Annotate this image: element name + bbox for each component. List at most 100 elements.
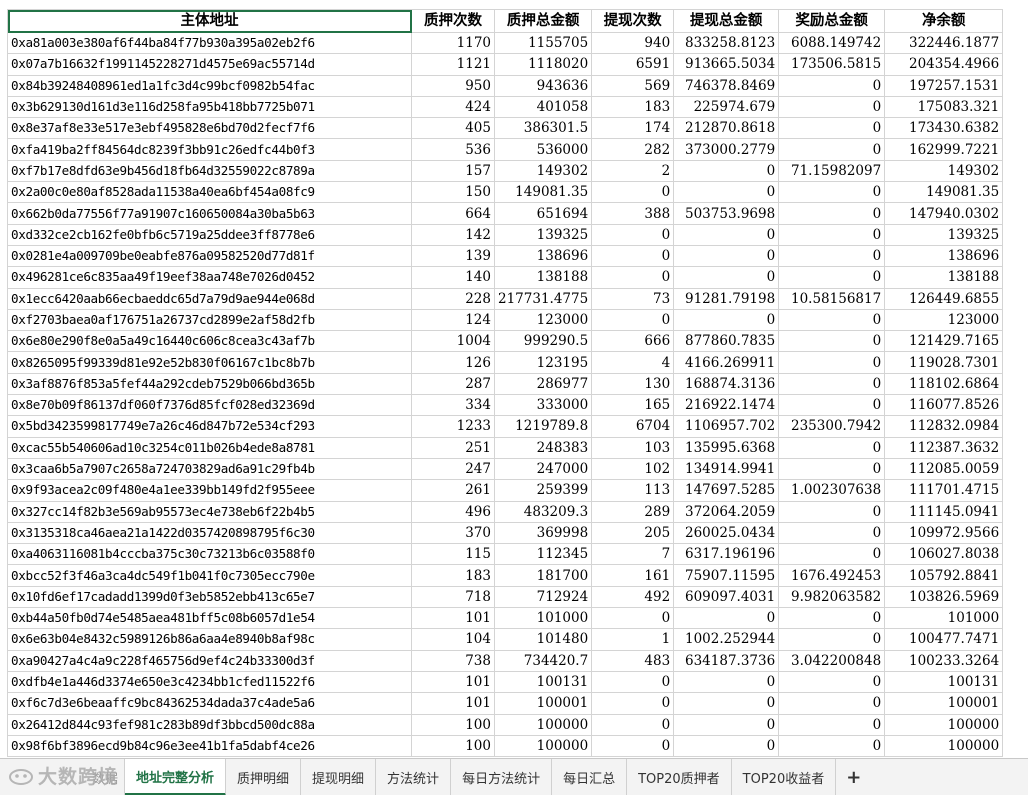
cell-value[interactable]: 333000 xyxy=(493,394,593,417)
cell-value[interactable]: 115 xyxy=(411,543,495,566)
cell-value[interactable]: 101 xyxy=(411,607,495,630)
cell-address[interactable]: 0x0281e4a009709be0eabfe876a09582520d77d8… xyxy=(7,244,412,268)
cell-value[interactable]: 1002.252944 xyxy=(673,628,780,651)
cell-value[interactable]: 0 xyxy=(778,117,886,140)
cell-value[interactable]: 112832.0984 xyxy=(884,415,1004,438)
cell-value[interactable]: 106027.8038 xyxy=(884,543,1004,566)
cell-value[interactable]: 111145.0941 xyxy=(884,500,1004,523)
cell-value[interactable]: 370 xyxy=(411,521,495,545)
cell-value[interactable]: 1 xyxy=(591,628,675,651)
cell-value[interactable]: 149081.35 xyxy=(884,181,1004,204)
cell-value[interactable]: 217731.4775 xyxy=(493,287,593,310)
cell-value[interactable]: 0 xyxy=(591,308,675,332)
cell-value[interactable]: 162999.7221 xyxy=(884,138,1004,161)
cell-value[interactable]: 0 xyxy=(591,181,675,204)
cell-value[interactable]: 0 xyxy=(673,266,780,289)
cell-value[interactable]: 0 xyxy=(778,266,886,289)
cell-value[interactable]: 401058 xyxy=(493,95,593,119)
cell-value[interactable]: 6591 xyxy=(591,53,675,76)
cell-value[interactable]: 101000 xyxy=(493,607,593,630)
cell-value[interactable]: 157 xyxy=(411,159,495,183)
cell-value[interactable]: 123195 xyxy=(493,351,593,374)
cell-value[interactable]: 138696 xyxy=(493,244,593,268)
cell-value[interactable]: 0 xyxy=(778,457,886,481)
cell-value[interactable]: 1118020 xyxy=(493,53,593,76)
cell-value[interactable]: 999290.5 xyxy=(493,330,593,353)
cell-value[interactable]: 0 xyxy=(591,713,675,736)
cell-value[interactable]: 204354.4966 xyxy=(884,53,1004,76)
cell-value[interactable]: 0 xyxy=(778,500,886,523)
cell-address[interactable]: 0x84b39248408961ed1a1fc3d4c99bcf0982b54f… xyxy=(7,74,412,97)
cell-value[interactable]: 334 xyxy=(411,394,495,417)
cell-value[interactable]: 4 xyxy=(591,351,675,374)
column-header-5[interactable]: 奖励总金额 xyxy=(778,9,886,33)
cell-value[interactable]: 0 xyxy=(673,223,780,246)
column-header-3[interactable]: 提现次数 xyxy=(591,9,675,33)
cell-value[interactable]: 261 xyxy=(411,479,495,502)
cell-value[interactable]: 174 xyxy=(591,117,675,140)
cell-value[interactable]: 877860.7835 xyxy=(673,330,780,353)
cell-value[interactable]: 101 xyxy=(411,692,495,715)
cell-value[interactable]: 734420.7 xyxy=(493,649,593,672)
cell-value[interactable]: 112345 xyxy=(493,543,593,566)
cell-value[interactable]: 147697.5285 xyxy=(673,479,780,502)
cell-value[interactable]: 103826.5969 xyxy=(884,585,1004,609)
cell-value[interactable]: 738 xyxy=(411,649,495,672)
spreadsheet-grid[interactable]: 主体地址 质押次数 质押总金额 提现次数 提现总金额 奖励总金额 净余额 0xa81a003… xyxy=(7,9,1004,758)
cell-value[interactable]: 503753.9698 xyxy=(673,202,780,225)
cell-value[interactable]: 161 xyxy=(591,564,675,587)
cell-value[interactable]: 101480 xyxy=(493,628,593,651)
cell-value[interactable]: 123000 xyxy=(884,308,1004,332)
cell-address[interactable]: 0xf2703baea0af176751a26737cd2899e2af58d2… xyxy=(7,308,412,332)
sheet-tab-0[interactable]: 数据 xyxy=(0,759,125,795)
cell-value[interactable]: 251 xyxy=(411,436,495,459)
cell-value[interactable]: 100131 xyxy=(884,670,1004,694)
cell-value[interactable]: 609097.4031 xyxy=(673,585,780,609)
cell-address[interactable]: 0x9f93acea2c09f480e4a1ee339bb149fd2f955e… xyxy=(7,479,412,502)
cell-value[interactable]: 138696 xyxy=(884,244,1004,268)
cell-value[interactable]: 0 xyxy=(591,607,675,630)
cell-value[interactable]: 0 xyxy=(673,159,780,183)
cell-value[interactable]: 0 xyxy=(778,223,886,246)
cell-value[interactable]: 833258.8123 xyxy=(673,31,780,55)
cell-value[interactable]: 718 xyxy=(411,585,495,609)
cell-value[interactable]: 569 xyxy=(591,74,675,97)
cell-address[interactable]: 0x8e70b09f86137df060f7376d85fcf028ed3236… xyxy=(7,394,412,417)
cell-value[interactable]: 6704 xyxy=(591,415,675,438)
column-header-6[interactable]: 净余额 xyxy=(884,9,1004,33)
cell-value[interactable]: 1233 xyxy=(411,415,495,438)
add-sheet-button[interactable]: + xyxy=(836,759,871,795)
cell-value[interactable]: 100 xyxy=(411,713,495,736)
cell-value[interactable]: 0 xyxy=(673,734,780,758)
cell-value[interactable]: 0 xyxy=(778,394,886,417)
cell-value[interactable]: 7 xyxy=(591,543,675,566)
cell-value[interactable]: 139325 xyxy=(884,223,1004,246)
cell-value[interactable]: 235300.7942 xyxy=(778,415,886,438)
cell-value[interactable]: 121429.7165 xyxy=(884,330,1004,353)
cell-value[interactable]: 75907.11595 xyxy=(673,564,780,587)
cell-address[interactable]: 0x8e37af8e33e517e3ebf495828e6bd70d2fecf7… xyxy=(7,117,412,140)
cell-value[interactable]: 913665.5034 xyxy=(673,53,780,76)
cell-value[interactable]: 259399 xyxy=(493,479,593,502)
cell-value[interactable]: 149081.35 xyxy=(493,181,593,204)
cell-value[interactable]: 205 xyxy=(591,521,675,545)
cell-address[interactable]: 0x5bd3423599817749e7a26c46d847b72e534cf2… xyxy=(7,415,412,438)
cell-value[interactable]: 386301.5 xyxy=(493,117,593,140)
cell-value[interactable]: 0 xyxy=(673,607,780,630)
cell-value[interactable]: 0 xyxy=(778,521,886,545)
cell-value[interactable]: 173430.6382 xyxy=(884,117,1004,140)
cell-value[interactable]: 112387.3632 xyxy=(884,436,1004,459)
cell-value[interactable]: 0 xyxy=(778,138,886,161)
cell-value[interactable]: 666 xyxy=(591,330,675,353)
cell-value[interactable]: 168874.3136 xyxy=(673,372,780,396)
cell-value[interactable]: 140 xyxy=(411,266,495,289)
cell-value[interactable]: 100 xyxy=(411,734,495,758)
cell-value[interactable]: 0 xyxy=(778,351,886,374)
cell-value[interactable]: 100000 xyxy=(493,713,593,736)
cell-value[interactable]: 1004 xyxy=(411,330,495,353)
cell-value[interactable]: 1121 xyxy=(411,53,495,76)
cell-value[interactable]: 950 xyxy=(411,74,495,97)
cell-value[interactable]: 91281.79198 xyxy=(673,287,780,310)
cell-value[interactable]: 105792.8841 xyxy=(884,564,1004,587)
cell-address[interactable]: 0x1ecc6420aab66ecbaeddc65d7a79d9ae944e06… xyxy=(7,287,412,310)
